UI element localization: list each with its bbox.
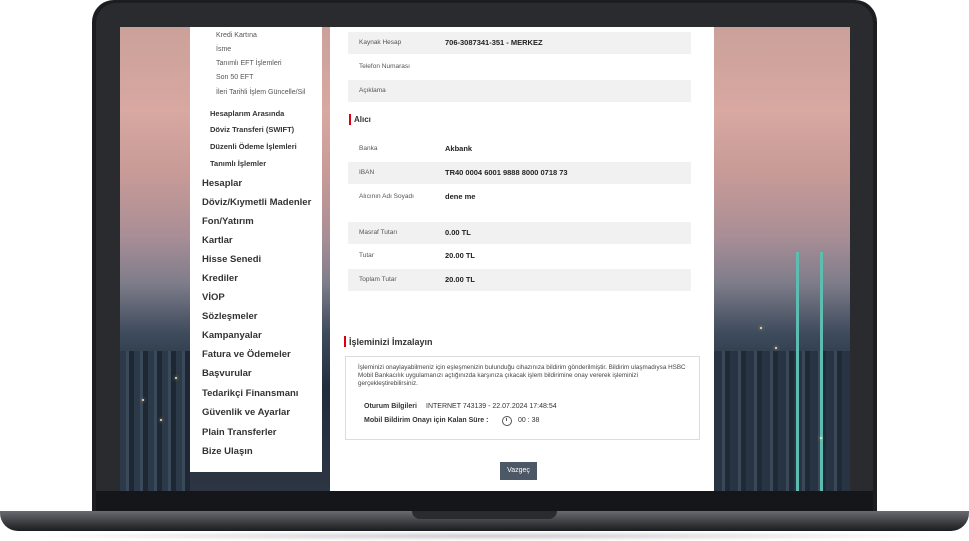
- session-label: Oturum Bilgileri: [364, 403, 417, 410]
- sidebar-item-kartlar[interactable]: Kartlar: [202, 235, 233, 246]
- laptop-bottom-bezel: [96, 491, 873, 511]
- recipient-name-row: Alıcının Adı Soyadı dene me: [348, 186, 691, 208]
- laptop-shadow: [20, 531, 949, 541]
- sidebar-item-hisse[interactable]: Hisse Senedi: [202, 254, 261, 265]
- sidebar-group-item[interactable]: Döviz Transferi (SWIFT): [210, 125, 294, 134]
- sidebar-group-item[interactable]: Tanımlı İşlemler: [210, 159, 266, 168]
- total-label: Toplam Tutar: [359, 276, 397, 283]
- sidebar-item-fon[interactable]: Fon/Yatırım: [202, 216, 254, 227]
- city-skyline-right: [714, 351, 850, 491]
- cancel-button[interactable]: Vazgeç: [500, 462, 537, 480]
- sign-title: İşleminizi İmzalayın: [349, 337, 433, 347]
- total-value: 20.00 TL: [445, 275, 476, 284]
- bank-value: Akbank: [445, 144, 473, 153]
- sidebar-item-guvenlik[interactable]: Güvenlik ve Ayarlar: [202, 407, 290, 418]
- amount-row: Tutar 20.00 TL: [348, 245, 691, 267]
- iban-label: IBAN: [359, 169, 375, 176]
- recipient-name-value: dene me: [445, 192, 476, 201]
- timer-value: 00 : 38: [518, 417, 540, 424]
- sidebar-item-viop[interactable]: VİOP: [202, 292, 225, 303]
- description-row: Açıklama: [348, 80, 691, 102]
- iban-value: TR40 0004 6001 9888 8000 0718 73: [445, 168, 568, 177]
- iban-row: IBAN TR40 0004 6001 9888 8000 0718 73: [348, 162, 691, 184]
- city-light: [820, 437, 822, 439]
- phone-row: Telefon Numarası: [348, 56, 691, 78]
- sidebar-item-krediler[interactable]: Krediler: [202, 273, 238, 284]
- description-label: Açıklama: [359, 87, 386, 94]
- sidebar-subitem[interactable]: Son 50 EFT: [216, 74, 253, 81]
- sidebar-item-fatura[interactable]: Fatura ve Ödemeler: [202, 349, 291, 360]
- sidebar-item-hesaplar[interactable]: Hesaplar: [202, 178, 242, 189]
- sidebar-item-bize-ulasin[interactable]: Bize Ulaşın: [202, 446, 253, 457]
- sidebar-item-doviz[interactable]: Döviz/Kıymetli Madenler: [202, 197, 311, 208]
- recipient-name-label: Alıcının Adı Soyadı: [359, 193, 414, 200]
- source-account-value: 706-3087341-351 - MERKEZ: [445, 38, 543, 47]
- city-light: [142, 399, 144, 401]
- laptop-notch: [412, 511, 557, 519]
- amount-label: Tutar: [359, 252, 374, 259]
- city-skyline-left: [120, 351, 190, 491]
- fee-row: Masraf Tutarı 0.00 TL: [348, 222, 691, 244]
- clock-icon: [502, 416, 512, 426]
- session-value: INTERNET 743139 - 22.07.2024 17:48:54: [426, 403, 557, 410]
- sidebar-item-kampanyalar[interactable]: Kampanyalar: [202, 330, 262, 341]
- fee-label: Masraf Tutarı: [359, 229, 398, 236]
- sidebar-item-basvurular[interactable]: Başvurular: [202, 368, 252, 379]
- city-light: [775, 347, 777, 349]
- source-account-label: Kaynak Hesap: [359, 39, 402, 46]
- bridge-tower: [820, 252, 823, 491]
- bank-row: Banka Akbank: [348, 138, 691, 160]
- sidebar-group-item[interactable]: Hesaplarım Arasında: [210, 109, 284, 118]
- total-row: Toplam Tutar 20.00 TL: [348, 269, 691, 291]
- bank-label: Banka: [359, 145, 378, 152]
- section-accent-bar: [349, 114, 351, 125]
- source-account-row: Kaynak Hesap 706-3087341-351 - MERKEZ: [348, 32, 691, 54]
- amount-value: 20.00 TL: [445, 251, 476, 260]
- phone-label: Telefon Numarası: [359, 63, 410, 70]
- sign-description: İşleminizi onaylayabilmeniz için eşleşme…: [358, 364, 686, 387]
- section-accent-bar: [344, 336, 346, 347]
- sidebar-item-sozlesmeler[interactable]: Sözleşmeler: [202, 311, 257, 322]
- sidebar-subitem[interactable]: İleri Tarihli İşlem Güncelle/Sil: [216, 89, 305, 96]
- sidebar-item-tedarikci[interactable]: Tedarikçi Finansmanı: [202, 388, 298, 399]
- sidebar-subitem[interactable]: Kredi Kartına: [216, 32, 257, 39]
- fee-value: 0.00 TL: [445, 228, 471, 237]
- city-light: [760, 327, 762, 329]
- bridge-tower: [796, 252, 799, 491]
- sidebar-group-item[interactable]: Düzenli Ödeme İşlemleri: [210, 142, 297, 151]
- sidebar-item-plain[interactable]: Plain Transferler: [202, 427, 276, 438]
- timer-label: Mobil Bildirim Onayı için Kalan Süre :: [364, 417, 489, 424]
- city-light: [175, 377, 177, 379]
- sidebar-subitem[interactable]: Tanımlı EFT İşlemleri: [216, 60, 282, 67]
- city-light: [160, 419, 162, 421]
- recipient-title: Alıcı: [354, 115, 371, 124]
- sidebar-subitem[interactable]: İsme: [216, 46, 231, 53]
